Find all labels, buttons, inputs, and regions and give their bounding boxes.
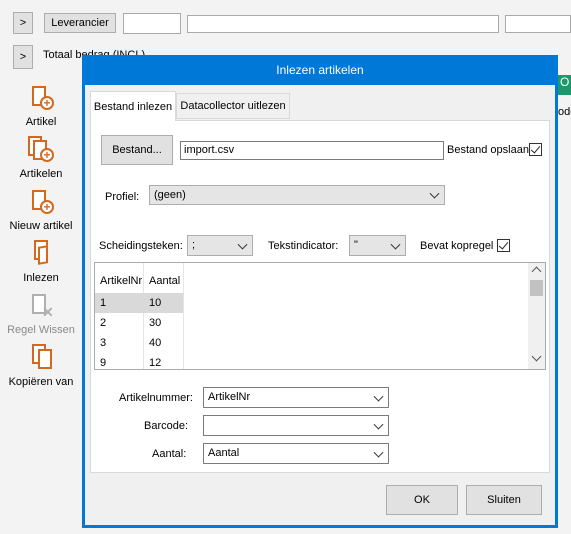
supplier-button[interactable]: Leverancier [44, 13, 116, 33]
dialog-title: Inlezen artikelen [276, 63, 364, 77]
quantity-value: Aantal [208, 447, 240, 459]
expand-button-1[interactable]: > [13, 12, 33, 34]
sidebar-item-artikel[interactable]: + Artikel [0, 84, 82, 128]
separator-label: Scheidingsteken: [99, 240, 183, 252]
header-row-label: Bevat kopregel [420, 240, 494, 252]
scroll-up-icon[interactable] [531, 266, 542, 277]
chevron-down-icon [373, 447, 384, 458]
grid-cell: 3 [100, 337, 107, 349]
quantity-label: Aantal: [152, 448, 187, 460]
import-icon [26, 240, 56, 270]
grid-column-divider [143, 263, 144, 369]
grid-header-aantal[interactable]: Aantal [149, 275, 180, 287]
browse-file-button[interactable]: Bestand... [101, 135, 173, 165]
save-file-checkbox[interactable] [529, 143, 542, 156]
article-number-value: ArtikelNr [208, 391, 251, 403]
grid-cell: 12 [149, 357, 162, 369]
tab-bestand-inlezen[interactable]: Bestand inlezen [90, 91, 176, 121]
delete-document-icon: ✕ [26, 292, 56, 322]
grid-cell: 1 [100, 297, 107, 309]
quantity-select[interactable]: Aantal [203, 443, 389, 464]
barcode-select[interactable] [203, 415, 389, 436]
text-indicator-label: Tekstindicator: [268, 240, 339, 252]
sidebar-item-label: Inlezen [23, 272, 59, 284]
chevron-down-icon [390, 239, 401, 250]
supplier-name-field[interactable] [187, 15, 499, 33]
tab-panel: Bestand... import.csv Bestand opslaan Pr… [90, 120, 550, 473]
barcode-label: Barcode: [144, 420, 189, 432]
sidebar-item-artikelen[interactable]: + Artikelen [0, 136, 82, 180]
sidebar-item-label: Regel Wissen [7, 324, 75, 336]
sidebar-item-label: Kopiëren van [8, 376, 74, 388]
right-tab-partial[interactable]: O [558, 75, 571, 95]
expand-button-2[interactable]: > [13, 45, 33, 69]
sidebar-item-inlezen[interactable]: Inlezen [0, 240, 82, 284]
supplier-extra-field[interactable] [505, 15, 571, 33]
sidebar-item-regel-wissen[interactable]: ✕ Regel Wissen [0, 292, 82, 336]
add-document-icon: + [26, 84, 56, 114]
supplier-code-field[interactable] [123, 13, 181, 34]
sidebar-item-nieuw-artikel[interactable]: + Nieuw artikel [0, 188, 82, 232]
separator-value: ; [192, 239, 196, 251]
profile-select[interactable]: (geen) [149, 185, 445, 205]
save-file-label: Bestand opslaan [447, 144, 529, 156]
grid-cell: 9 [100, 357, 107, 369]
grid-scrollbar[interactable] [528, 263, 545, 369]
sidebar-item-label: Artikelen [19, 168, 63, 180]
ok-button[interactable]: OK [386, 485, 458, 515]
scroll-down-icon[interactable] [531, 351, 542, 362]
chevron-down-icon [373, 391, 384, 402]
grid-cell: 30 [149, 317, 162, 329]
text-indicator-select[interactable]: " [349, 235, 406, 256]
separator-select[interactable]: ; [187, 235, 253, 256]
article-number-select[interactable]: ArtikelNr [203, 387, 389, 408]
copy-icon [26, 344, 56, 374]
text-indicator-value: " [354, 239, 358, 251]
grid-selected-row[interactable] [95, 293, 183, 313]
profile-label: Profiel: [105, 191, 140, 203]
chevron-down-icon [373, 419, 384, 430]
dialog-body: Bestand inlezen Datacollector uitlezen B… [85, 85, 555, 525]
header-row-checkbox[interactable] [497, 239, 510, 252]
preview-grid[interactable]: ArtikelNr Aantal 1 10 2 30 3 40 9 12 [94, 262, 546, 370]
sidebar-item-label: Artikel [25, 116, 57, 128]
chevron-down-icon [429, 188, 440, 199]
grid-header-artikelnr[interactable]: ArtikelNr [100, 275, 142, 287]
grid-column-divider [183, 263, 184, 369]
right-text-partial: ode [558, 106, 571, 118]
add-documents-icon: + [26, 136, 56, 166]
grid-cell: 10 [149, 297, 162, 309]
chevron-down-icon [237, 239, 248, 250]
new-document-icon: + [26, 188, 56, 218]
tab-datacollector-uitlezen[interactable]: Datacollector uitlezen [176, 93, 290, 119]
profile-value: (geen) [154, 189, 186, 201]
file-path-input[interactable]: import.csv [180, 141, 444, 160]
scroll-thumb[interactable] [530, 280, 543, 296]
sidebar-item-label: Nieuw artikel [9, 220, 73, 232]
import-dialog: Inlezen artikelen Bestand inlezen Dataco… [82, 55, 558, 528]
grid-cell: 40 [149, 337, 162, 349]
sidebar-item-kopieren-van[interactable]: Kopiëren van [0, 344, 82, 388]
close-button[interactable]: Sluiten [466, 485, 542, 515]
article-number-label: Artikelnummer: [119, 392, 193, 404]
grid-cell: 2 [100, 317, 107, 329]
